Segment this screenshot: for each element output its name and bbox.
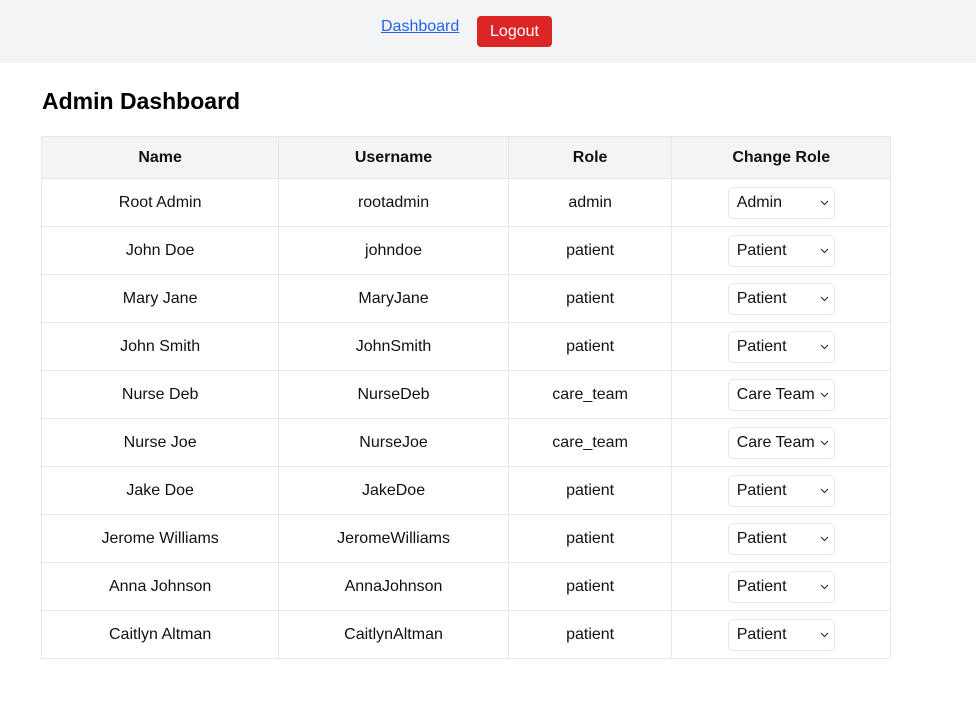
cell-role: patient <box>507 322 673 371</box>
cell-name: Nurse Deb <box>40 370 280 419</box>
cell-role: care_team <box>507 418 673 467</box>
table-row: Root Admin rootadmin admin Admin <box>40 178 891 227</box>
cell-name: Jerome Williams <box>40 514 280 563</box>
cell-role: patient <box>507 226 673 275</box>
cell-role: patient <box>507 274 673 323</box>
chevron-down-icon <box>820 248 829 253</box>
chevron-down-icon <box>820 488 829 493</box>
cell-role: patient <box>507 562 673 611</box>
role-select-value: Patient <box>736 241 787 259</box>
table-row: Nurse Deb NurseDeb care_team Care Team <box>40 370 891 419</box>
column-header-username: Username <box>278 136 509 179</box>
role-select[interactable]: Patient <box>727 522 835 555</box>
role-select[interactable]: Patient <box>727 330 835 363</box>
column-header-change-role: Change Role <box>671 136 891 179</box>
cell-change-role: Patient <box>671 226 891 275</box>
role-select-value: Admin <box>736 193 783 211</box>
cell-name: Anna Johnson <box>40 562 280 611</box>
cell-change-role: Admin <box>671 178 891 227</box>
cell-role: patient <box>507 514 673 563</box>
cell-username: NurseDeb <box>278 370 509 419</box>
table-row: Caitlyn Altman CaitlynAltman patient Patien… <box>40 610 891 659</box>
cell-role: patient <box>507 466 673 515</box>
top-nav-bar: Dashboard Logout <box>0 0 976 63</box>
role-select-value: Patient <box>736 481 787 499</box>
cell-change-role: Care Team <box>671 370 891 419</box>
page-title: Admin Dashboard <box>42 88 241 114</box>
role-select-value: Patient <box>736 529 787 547</box>
table-row: Nurse Joe NurseJoe care_team Care Team <box>40 418 891 467</box>
cell-change-role: Patient <box>671 562 891 611</box>
chevron-down-icon <box>820 296 829 301</box>
role-select[interactable]: Patient <box>727 282 835 315</box>
cell-username: JohnSmith <box>278 322 509 371</box>
column-header-role: Role <box>507 136 673 179</box>
cell-change-role: Patient <box>671 274 891 323</box>
role-select[interactable]: Care Team <box>727 426 835 459</box>
cell-change-role: Patient <box>671 610 891 659</box>
cell-name: John Doe <box>40 226 280 275</box>
cell-change-role: Care Team <box>671 418 891 467</box>
table-row: John Smith JohnSmith patient Patient <box>40 322 891 371</box>
chevron-down-icon <box>820 536 829 541</box>
role-select[interactable]: Care Team <box>727 378 835 411</box>
cell-change-role: Patient <box>671 322 891 371</box>
cell-username: AnnaJohnson <box>278 562 509 611</box>
cell-username: CaitlynAltman <box>278 610 509 659</box>
dashboard-link[interactable]: Dashboard <box>381 18 459 36</box>
cell-username: rootadmin <box>278 178 509 227</box>
role-select-value: Care Team <box>736 433 815 451</box>
role-select[interactable]: Patient <box>727 474 835 507</box>
cell-name: Nurse Joe <box>40 418 280 467</box>
role-select[interactable]: Patient <box>727 618 835 651</box>
chevron-down-icon <box>820 584 829 589</box>
role-select[interactable]: Admin <box>727 186 835 219</box>
cell-name: Root Admin <box>40 178 280 227</box>
cell-name: John Smith <box>40 322 280 371</box>
cell-username: JeromeWilliams <box>278 514 509 563</box>
role-select[interactable]: Patient <box>727 570 835 603</box>
table-row: Jerome Williams JeromeWilliams patient Pati… <box>40 514 891 563</box>
role-select[interactable]: Patient <box>727 234 835 267</box>
table-row: John Doe johndoe patient Patient <box>40 226 891 275</box>
role-select-value: Patient <box>736 625 787 643</box>
users-table: Name Username Role Change Role Root Admi… <box>40 136 891 659</box>
cell-name: Mary Jane <box>40 274 280 323</box>
cell-role: care_team <box>507 370 673 419</box>
chevron-down-icon <box>820 440 829 445</box>
role-select-value: Care Team <box>736 385 815 403</box>
cell-name: Caitlyn Altman <box>40 610 280 659</box>
role-select-value: Patient <box>736 577 787 595</box>
cell-name: Jake Doe <box>40 466 280 515</box>
cell-role: admin <box>507 178 673 227</box>
chevron-down-icon <box>820 200 829 205</box>
column-header-name: Name <box>40 136 280 179</box>
cell-change-role: Patient <box>671 466 891 515</box>
chevron-down-icon <box>820 632 829 637</box>
chevron-down-icon <box>820 344 829 349</box>
cell-username: JakeDoe <box>278 466 509 515</box>
cell-change-role: Patient <box>671 514 891 563</box>
cell-username: johndoe <box>278 226 509 275</box>
table-row: Anna Johnson AnnaJohnson patient Patient <box>40 562 891 611</box>
table-header-row: Name Username Role Change Role <box>40 136 891 179</box>
table-row: Jake Doe JakeDoe patient Patient <box>40 466 891 515</box>
role-select-value: Patient <box>736 337 787 355</box>
logout-button[interactable]: Logout <box>477 16 552 47</box>
cell-username: MaryJane <box>278 274 509 323</box>
table-row: Mary Jane MaryJane patient Patient <box>40 274 891 323</box>
cell-role: patient <box>507 610 673 659</box>
cell-username: NurseJoe <box>278 418 509 467</box>
role-select-value: Patient <box>736 289 787 307</box>
chevron-down-icon <box>820 392 829 397</box>
